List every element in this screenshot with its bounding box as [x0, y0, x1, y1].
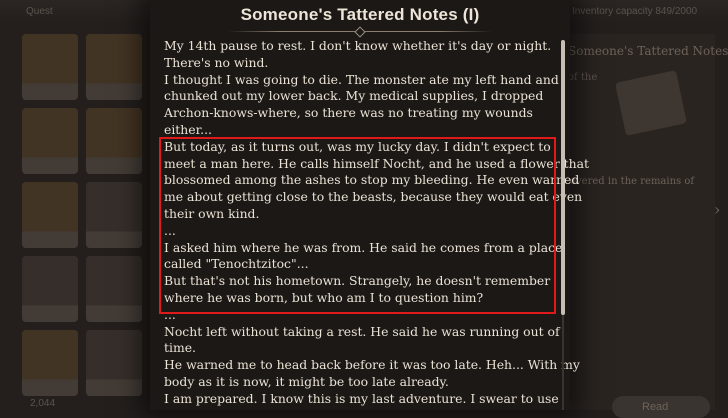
inventory-slot — [86, 256, 142, 322]
notes-line: body as it is now, it might be too late … — [164, 373, 449, 389]
dialog-title: Someone's Tattered Notes (I) — [240, 5, 480, 24]
scrollbar-thumb[interactable] — [561, 40, 565, 315]
notes-line: Nocht left without taking a rest. He sai… — [164, 323, 560, 339]
background-inventory-capacity: Inventory capacity 849/2000 — [572, 6, 698, 17]
read-button[interactable]: Read — [612, 396, 710, 418]
inventory-slot — [86, 330, 142, 396]
inventory-slot — [86, 108, 142, 174]
highlight-box — [159, 137, 556, 314]
background-detail-subtitle: of the — [568, 72, 598, 83]
inventory-slot — [22, 108, 78, 174]
notes-line: I am prepared. I know this is my last ad… — [164, 390, 559, 406]
inventory-slot — [22, 182, 78, 248]
background-quest-label: Quest — [26, 6, 53, 17]
background-detail-title: Someone's Tattered Notes (I) — [568, 44, 728, 58]
inventory-slot — [86, 182, 142, 248]
notes-line: There's no wind. — [164, 54, 269, 70]
notes-line: He warned me to head back before it was … — [164, 357, 580, 373]
notes-line: chunked out my lower back. My medical su… — [164, 88, 544, 104]
inventory-slot — [22, 256, 78, 322]
inventory-slot — [22, 330, 78, 396]
notes-line: time. — [164, 340, 196, 356]
background-detail-description: overed in the remains of — [570, 176, 695, 187]
chevron-right-icon[interactable]: › — [714, 200, 720, 219]
inventory-slot — [22, 34, 78, 100]
notes-line: I thought I was going to die. The monste… — [164, 71, 559, 87]
inventory-slot — [86, 34, 142, 100]
notes-line: Archon-knows-where, so there was no trea… — [164, 105, 533, 121]
notes-line: My 14th pause to rest. I don't know whet… — [164, 38, 552, 53]
background-currency-count: 2,044 — [30, 398, 56, 409]
